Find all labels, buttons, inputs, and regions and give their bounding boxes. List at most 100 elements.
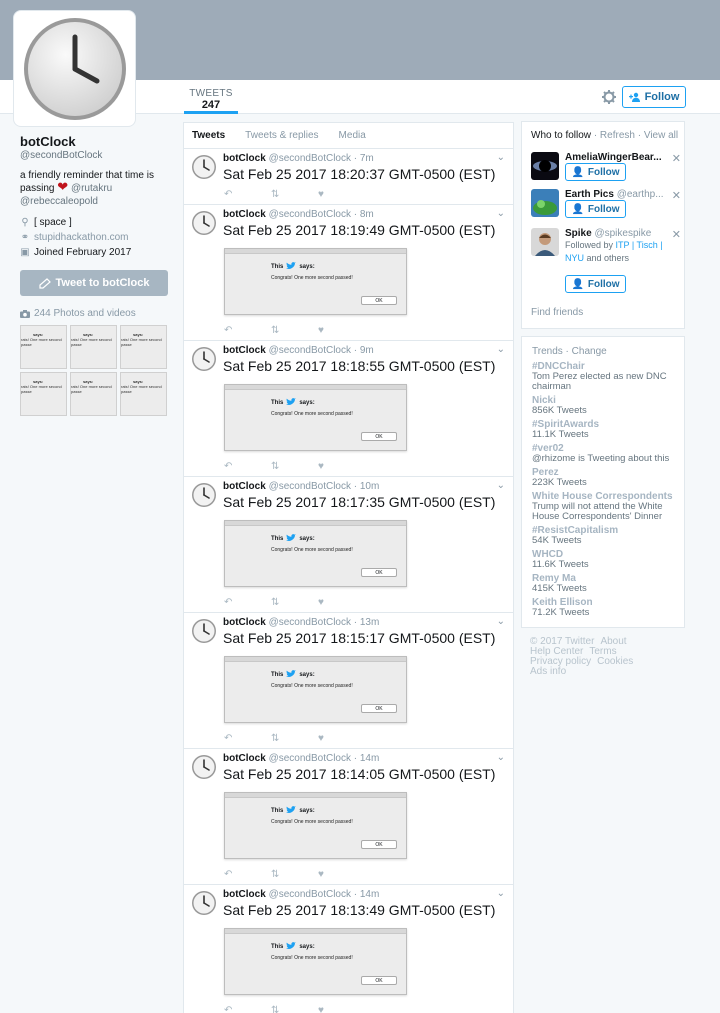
photos-videos-link[interactable]: 244 Photos and videos xyxy=(20,308,170,319)
close-icon[interactable]: ✕ xyxy=(672,152,681,165)
tab-tweets[interactable]: Tweets xyxy=(192,130,225,141)
tweet-avatar[interactable] xyxy=(191,618,217,644)
trend-item[interactable]: Keith Ellison 71.2K Tweets xyxy=(532,598,674,618)
trend-item[interactable]: White House Correspondents Trump will not… xyxy=(532,492,674,522)
tweet-avatar[interactable] xyxy=(191,210,217,236)
tweet-media-image[interactable]: This says: Congrats! One more second passe… xyxy=(224,928,407,995)
follow-button[interactable]: 👤 Follow xyxy=(565,163,626,181)
bio-mention-rutakru[interactable]: @rutakru xyxy=(71,183,112,194)
tweet-timestamp[interactable]: 14m xyxy=(360,753,379,764)
trend-item[interactable]: Remy Ma 415K Tweets xyxy=(532,574,674,594)
reply-icon[interactable]: ↶ xyxy=(224,733,238,744)
photo-thumbnail[interactable]: says: rats! One more second passe xyxy=(120,372,167,416)
tweet-avatar[interactable] xyxy=(191,346,217,372)
tweet-author-name[interactable]: botClock xyxy=(223,209,266,220)
tweet-item[interactable]: botClock @secondBotClock · 9m ⌄ Sat Feb 25… xyxy=(184,341,513,477)
footer-ads-info[interactable]: Ads info xyxy=(530,666,566,677)
tweet-author-name[interactable]: botClock xyxy=(223,753,266,764)
photo-thumbnail[interactable]: says: rats! One more second passe xyxy=(20,325,67,369)
photo-thumbnail[interactable]: says: rats! One more second passe xyxy=(70,325,117,369)
tweet-timestamp[interactable]: 7m xyxy=(360,153,374,164)
trend-item[interactable]: WHCD 11.6K Tweets xyxy=(532,550,674,570)
profile-handle[interactable]: @secondBotClock xyxy=(20,150,170,161)
tweet-item[interactable]: botClock @secondBotClock · 8m ⌄ Sat Feb 25… xyxy=(184,205,513,341)
trend-item[interactable]: #DNCChair Tom Perez elected as new DNC ch… xyxy=(532,362,674,392)
tweet-author-handle[interactable]: @secondBotClock xyxy=(269,153,351,164)
suggestion-name-row[interactable]: AmeliaWingerBear... xyxy=(565,152,669,163)
like-icon[interactable]: ♥ xyxy=(318,733,332,744)
tweets-count-tab[interactable]: TWEETS 247 xyxy=(188,88,234,111)
view-all-link[interactable]: View all xyxy=(644,130,678,141)
tweet-author-handle[interactable]: @secondBotClock xyxy=(269,753,351,764)
tweet-timestamp[interactable]: 9m xyxy=(360,345,374,356)
retweet-icon[interactable]: ⇅ xyxy=(271,733,285,744)
chevron-down-icon[interactable]: ⌄ xyxy=(497,480,505,491)
photo-thumbnail[interactable]: says: rats! One more second passe xyxy=(20,372,67,416)
tweet-author-handle[interactable]: @secondBotClock xyxy=(269,481,351,492)
chevron-down-icon[interactable]: ⌄ xyxy=(497,888,505,899)
retweet-icon[interactable]: ⇅ xyxy=(271,325,285,336)
tweet-media-image[interactable]: This says: Congrats! One more second passe… xyxy=(224,248,407,315)
chevron-down-icon[interactable]: ⌄ xyxy=(497,752,505,763)
retweet-icon[interactable]: ⇅ xyxy=(271,869,285,880)
follow-button[interactable]: Follow xyxy=(622,86,686,108)
tweet-media-image[interactable]: This says: Congrats! One more second passe… xyxy=(224,384,407,451)
suggestion-avatar[interactable] xyxy=(531,228,559,256)
gear-icon[interactable] xyxy=(601,89,617,105)
tab-media[interactable]: Media xyxy=(339,130,366,141)
trends-change-link[interactable]: Change xyxy=(572,346,607,357)
profile-name[interactable]: botClock xyxy=(20,134,170,149)
tweet-author-name[interactable]: botClock xyxy=(223,617,266,628)
tweet-avatar[interactable] xyxy=(191,154,217,180)
trend-item[interactable]: #ver02 @rhizome is Tweeting about this xyxy=(532,444,674,464)
suggestion-avatar[interactable] xyxy=(531,152,559,180)
suggestion-avatar[interactable] xyxy=(531,189,559,217)
trend-item[interactable]: #SpiritAwards 11.1K Tweets xyxy=(532,420,674,440)
retweet-icon[interactable]: ⇅ xyxy=(271,461,285,472)
trend-item[interactable]: Nicki 856K Tweets xyxy=(532,396,674,416)
tweet-item[interactable]: botClock @secondBotClock · 14m ⌄ Sat Feb 2… xyxy=(184,885,513,1013)
like-icon[interactable]: ♥ xyxy=(318,461,332,472)
reply-icon[interactable]: ↶ xyxy=(224,597,238,608)
tweet-avatar[interactable] xyxy=(191,482,217,508)
tweet-author-name[interactable]: botClock xyxy=(223,345,266,356)
tweet-media-image[interactable]: This says: Congrats! One more second passe… xyxy=(224,520,407,587)
footer-cookies[interactable]: Cookies xyxy=(597,656,633,667)
reply-icon[interactable]: ↶ xyxy=(224,189,238,200)
like-icon[interactable]: ♥ xyxy=(318,325,332,336)
tab-tweets-replies[interactable]: Tweets & replies xyxy=(245,130,318,141)
tweet-media-image[interactable]: This says: Congrats! One more second passe… xyxy=(224,656,407,723)
tweet-item[interactable]: botClock @secondBotClock · 13m ⌄ Sat Feb 2… xyxy=(184,613,513,749)
tweet-avatar[interactable] xyxy=(191,890,217,916)
like-icon[interactable]: ♥ xyxy=(318,597,332,608)
like-icon[interactable]: ♥ xyxy=(318,1005,332,1013)
profile-website[interactable]: stupidhackathon.com xyxy=(34,232,129,243)
like-icon[interactable]: ♥ xyxy=(318,869,332,880)
chevron-down-icon[interactable]: ⌄ xyxy=(497,616,505,627)
tweet-item[interactable]: botClock @secondBotClock · 10m ⌄ Sat Feb 2… xyxy=(184,477,513,613)
close-icon[interactable]: ✕ xyxy=(672,189,681,202)
follow-button[interactable]: 👤 Follow xyxy=(565,275,626,293)
find-friends-link[interactable]: Find friends xyxy=(531,307,583,318)
chevron-down-icon[interactable]: ⌄ xyxy=(497,208,505,219)
chevron-down-icon[interactable]: ⌄ xyxy=(497,344,505,355)
trend-item[interactable]: #ResistCapitalism 54K Tweets xyxy=(532,526,674,546)
photo-thumbnail[interactable]: says: rats! One more second passe xyxy=(120,325,167,369)
tweet-timestamp[interactable]: 14m xyxy=(360,889,379,900)
refresh-link[interactable]: Refresh xyxy=(600,130,635,141)
bio-mention-rebeccaleopold[interactable]: @rebeccaleopold xyxy=(20,196,98,207)
photo-thumbnail[interactable]: says: rats! One more second passe xyxy=(70,372,117,416)
tweet-author-name[interactable]: botClock xyxy=(223,481,266,492)
tweet-author-name[interactable]: botClock xyxy=(223,889,266,900)
tweet-author-handle[interactable]: @secondBotClock xyxy=(269,345,351,356)
tweet-timestamp[interactable]: 13m xyxy=(360,617,379,628)
close-icon[interactable]: ✕ xyxy=(672,228,681,241)
tweet-author-handle[interactable]: @secondBotClock xyxy=(269,617,351,628)
suggestion-name-row[interactable]: Earth Pics @earthp... xyxy=(565,189,669,200)
trend-item[interactable]: Perez 223K Tweets xyxy=(532,468,674,488)
tweet-author-handle[interactable]: @secondBotClock xyxy=(269,209,351,220)
profile-avatar[interactable] xyxy=(13,10,136,127)
reply-icon[interactable]: ↶ xyxy=(224,461,238,472)
retweet-icon[interactable]: ⇅ xyxy=(271,597,285,608)
tweet-author-handle[interactable]: @secondBotClock xyxy=(269,889,351,900)
